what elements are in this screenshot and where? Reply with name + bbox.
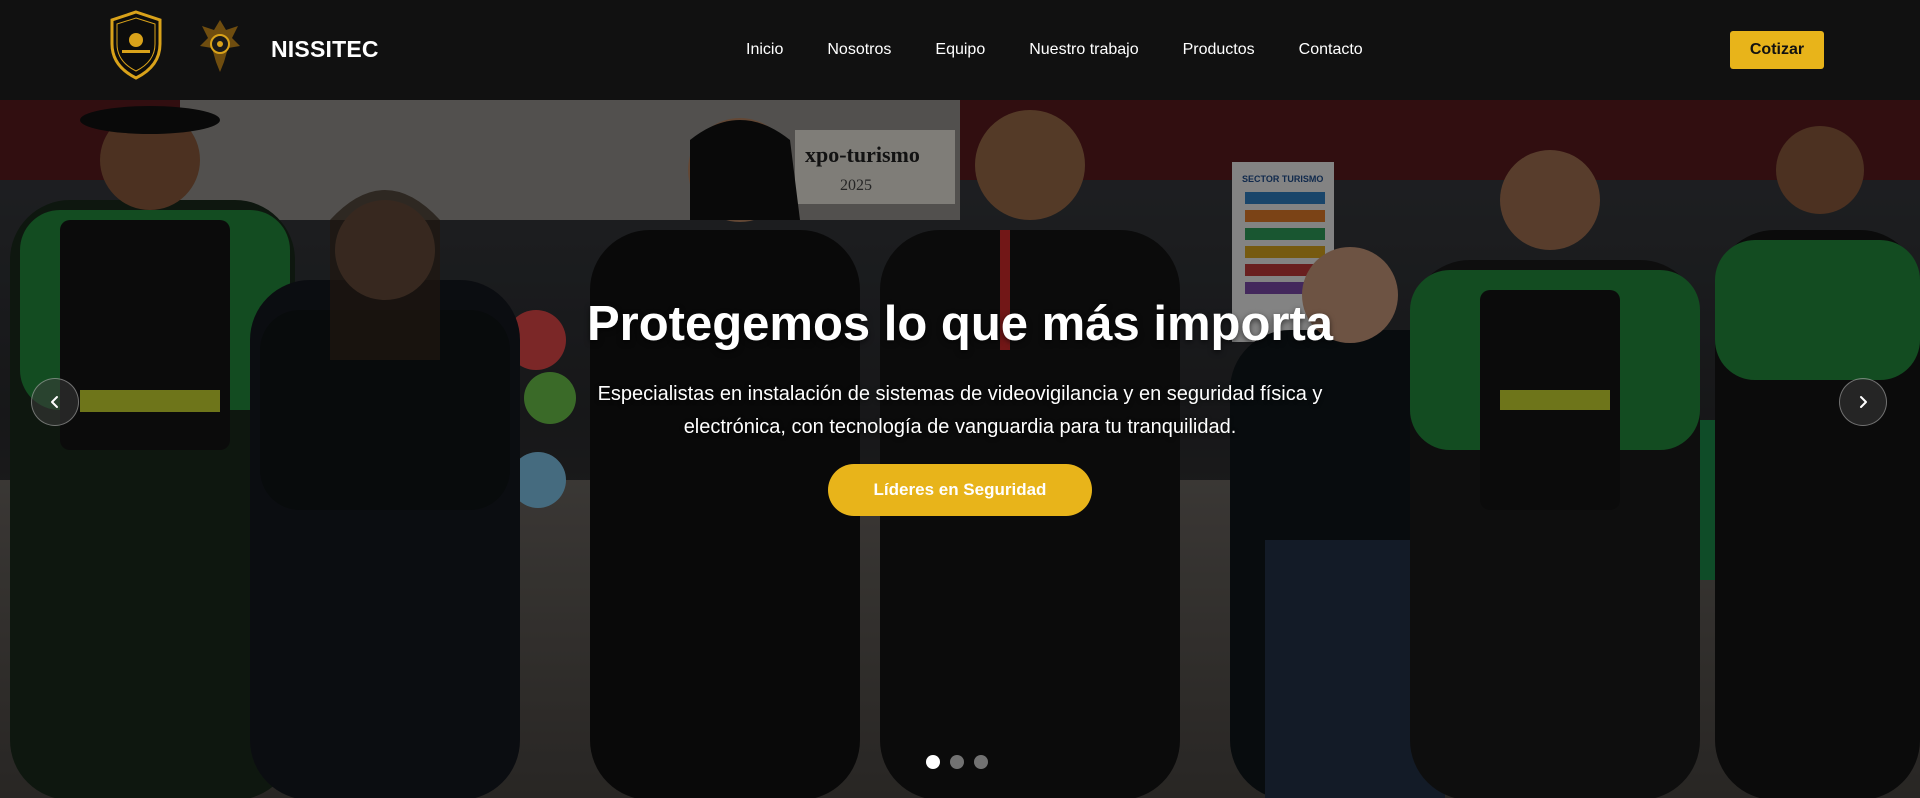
carousel-prev-button[interactable] [31,378,79,426]
nav-link-inicio[interactable]: Inicio [746,41,783,59]
lideres-seguridad-button[interactable]: Líderes en Seguridad [828,464,1092,516]
emblem-logo-icon [200,20,240,72]
brand[interactable]: NISSITEC [108,10,378,80]
carousel-dot-3[interactable] [974,755,988,769]
nav-link-productos[interactable]: Productos [1183,41,1255,59]
carousel-dot-2[interactable] [950,755,964,769]
nav-link-equipo[interactable]: Equipo [935,41,985,59]
hero-dark-overlay [0,100,1920,798]
nav-link-nuestro-trabajo[interactable]: Nuestro trabajo [1029,41,1138,59]
chevron-right-icon [1860,396,1867,408]
carousel-dot-1[interactable] [926,755,940,769]
nav-link-contacto[interactable]: Contacto [1299,41,1363,59]
carousel-next-button[interactable] [1839,378,1887,426]
carousel-indicators [926,755,988,769]
shield-logo-icon [110,10,162,80]
main-nav: Inicio Nosotros Equipo Nuestro trabajo P… [746,0,1363,100]
site-header: NISSITEC Inicio Nosotros Equipo Nuestro … [0,0,1920,100]
nav-link-nosotros[interactable]: Nosotros [827,41,891,59]
hero-carousel: xpo-turismo 2025 SECTOR TURISMO Protegem… [0,100,1920,798]
chevron-left-icon [51,396,58,408]
cotizar-button[interactable]: Cotizar [1730,31,1824,69]
brand-name: NISSITEC [271,36,379,62]
hero-title: Protegemos lo que más importa [586,297,1334,351]
hero-subtitle: Especialistas en instalación de sistemas… [597,383,1323,438]
